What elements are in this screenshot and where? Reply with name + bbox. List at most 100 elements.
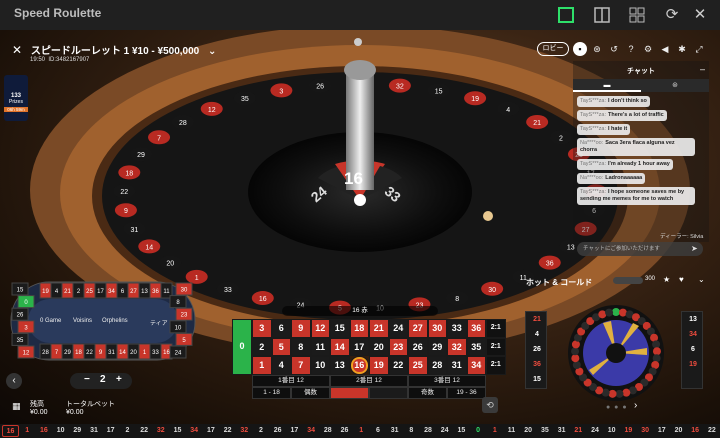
chat-text: There's a lot of traffic bbox=[608, 112, 664, 118]
number-cell[interactable]: 32 bbox=[447, 337, 467, 356]
chevron-down-icon[interactable]: ⌄ bbox=[208, 46, 216, 57]
number-cell[interactable]: 13 bbox=[330, 356, 350, 375]
number-cell[interactable]: 4 bbox=[271, 356, 291, 375]
number-cell[interactable]: 35 bbox=[466, 337, 486, 356]
number-cell[interactable]: 29 bbox=[427, 337, 447, 356]
history-icon[interactable]: ↺ bbox=[607, 42, 621, 56]
grid-icon[interactable] bbox=[627, 5, 647, 25]
undo-icon[interactable]: ⟲ bbox=[482, 397, 498, 413]
star-icon[interactable]: ★ bbox=[663, 275, 670, 284]
chip-plus-button[interactable]: + bbox=[116, 374, 122, 385]
hot-cold-pocket bbox=[652, 347, 661, 356]
history-result: 26 bbox=[273, 427, 282, 434]
number-cell[interactable]: 19 bbox=[369, 356, 389, 375]
number-zero[interactable]: 0 bbox=[232, 319, 252, 375]
wheel-pocket-label: 29 bbox=[137, 152, 145, 159]
pagination-dots[interactable]: ● ● ● bbox=[606, 404, 628, 411]
racetrack-number: 31 bbox=[108, 350, 115, 356]
number-cell[interactable]: 20 bbox=[369, 337, 389, 356]
number-cell[interactable]: 9 bbox=[291, 319, 311, 338]
wheel-pocket-label: 36 bbox=[546, 261, 554, 268]
fullscreen-toggle-icon[interactable]: ⤢ bbox=[692, 42, 706, 56]
number-cell[interactable]: 21 bbox=[369, 319, 389, 338]
split-icon[interactable] bbox=[592, 5, 612, 25]
bet-even[interactable]: 偶数 bbox=[291, 386, 330, 399]
back-icon[interactable]: ‹ bbox=[6, 373, 22, 389]
number-cell[interactable]: 6 bbox=[271, 319, 291, 338]
number-cell[interactable]: 24 bbox=[388, 319, 408, 338]
number-cell[interactable]: 30 bbox=[427, 319, 447, 338]
volume-icon[interactable]: ◀ bbox=[658, 42, 672, 56]
bet-low[interactable]: 1 - 18 bbox=[252, 386, 291, 399]
number-cell[interactable]: 26 bbox=[408, 337, 428, 356]
close-table-icon[interactable]: ✕ bbox=[12, 43, 22, 57]
bet-high[interactable]: 19 - 36 bbox=[447, 386, 486, 399]
settings-icon[interactable]: ⚙ bbox=[641, 42, 655, 56]
send-icon[interactable]: ➤ bbox=[691, 244, 698, 253]
number-cell[interactable]: 16 bbox=[349, 356, 369, 375]
column-bet[interactable]: 2:1 bbox=[486, 337, 506, 356]
column-bet[interactable]: 2:1 bbox=[486, 319, 506, 338]
section-tiers[interactable]: ティア bbox=[150, 318, 168, 327]
number-cell[interactable]: 1 bbox=[252, 356, 272, 375]
chevron-down-icon[interactable]: ⌄ bbox=[698, 275, 705, 284]
chat-input[interactable]: チャットにご参加いただけます bbox=[577, 242, 703, 256]
number-cell[interactable]: 14 bbox=[330, 337, 350, 356]
promo-badge[interactable]: 133 Prizes 06h 59m bbox=[4, 75, 28, 121]
next-arrow-icon[interactable]: › bbox=[634, 400, 637, 411]
number-cell[interactable]: 18 bbox=[349, 319, 369, 338]
number-cell[interactable]: 7 bbox=[291, 356, 311, 375]
racetrack-number: 17 bbox=[97, 289, 104, 295]
number-cell[interactable]: 34 bbox=[466, 356, 486, 375]
fullscreen-icon[interactable] bbox=[556, 5, 576, 25]
dozen-bet[interactable]: 3番目 12 bbox=[408, 374, 486, 387]
bet-odd[interactable]: 奇数 bbox=[408, 386, 447, 399]
count-slider[interactable] bbox=[613, 277, 643, 284]
number-cell[interactable]: 11 bbox=[310, 337, 330, 356]
bet-black[interactable] bbox=[369, 386, 408, 399]
number-cell[interactable]: 10 bbox=[310, 356, 330, 375]
number-cell[interactable]: 23 bbox=[388, 337, 408, 356]
racetrack-number: 33 bbox=[152, 350, 159, 356]
number-cell[interactable]: 3 bbox=[252, 319, 272, 338]
lobby-button[interactable]: ロビー bbox=[537, 42, 569, 56]
history-result: 20 bbox=[674, 427, 683, 434]
history-result: 31 bbox=[557, 427, 566, 434]
number-cell[interactable]: 31 bbox=[447, 356, 467, 375]
column-bet[interactable]: 2:1 bbox=[486, 356, 506, 375]
number-cell[interactable]: 5 bbox=[271, 337, 291, 356]
refresh-icon[interactable]: ⟳ bbox=[662, 5, 682, 25]
gear-icon[interactable]: ✱ bbox=[675, 42, 689, 56]
section-orphelins[interactable]: Orphelins bbox=[102, 318, 128, 324]
number-cell[interactable]: 17 bbox=[349, 337, 369, 356]
chat-minimize-icon[interactable]: – bbox=[700, 64, 705, 74]
number-cell[interactable]: 2 bbox=[252, 337, 272, 356]
number-cell[interactable]: 8 bbox=[291, 337, 311, 356]
tab-chat[interactable]: ▬ bbox=[573, 79, 641, 92]
number-cell[interactable]: 28 bbox=[427, 356, 447, 375]
racetrack-number: 27 bbox=[130, 289, 137, 295]
chat-icon[interactable]: ▪ bbox=[573, 42, 587, 56]
dozen-bet[interactable]: 1番目 12 bbox=[252, 374, 330, 387]
section-zero-game[interactable]: 0 Game bbox=[40, 318, 61, 324]
number-cell[interactable]: 22 bbox=[388, 356, 408, 375]
history-result: 31 bbox=[90, 427, 98, 434]
heart-icon[interactable]: ♥ bbox=[679, 275, 684, 284]
racetrack-number: 21 bbox=[64, 289, 71, 295]
close-icon[interactable]: ✕ bbox=[690, 5, 710, 25]
section-voisins[interactable]: Voisins bbox=[73, 318, 92, 324]
number-cell[interactable]: 27 bbox=[408, 319, 428, 338]
help-icon[interactable]: ? bbox=[624, 42, 638, 56]
number-cell[interactable]: 36 bbox=[466, 319, 486, 338]
dozen-bet[interactable]: 2番目 12 bbox=[330, 374, 408, 387]
number-cell[interactable]: 12 bbox=[310, 319, 330, 338]
bet-red[interactable] bbox=[330, 386, 369, 399]
number-cell[interactable]: 15 bbox=[330, 319, 350, 338]
number-cell[interactable]: 33 bbox=[447, 319, 467, 338]
racetrack-number: 34 bbox=[108, 289, 115, 295]
history-result: 1 bbox=[492, 427, 497, 434]
number-cell[interactable]: 25 bbox=[408, 356, 428, 375]
stats-icon[interactable]: ⊛ bbox=[590, 42, 604, 56]
tab-support[interactable]: ⊛ bbox=[641, 79, 709, 92]
chip-minus-button[interactable]: − bbox=[84, 374, 90, 385]
